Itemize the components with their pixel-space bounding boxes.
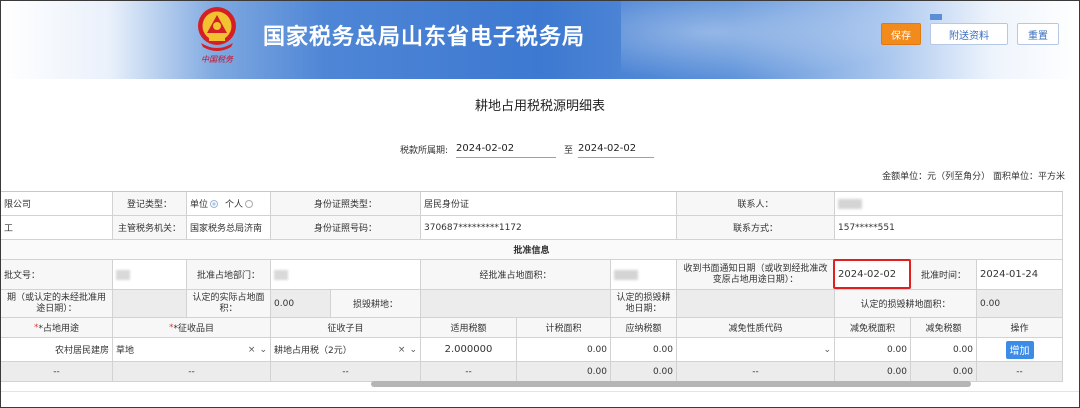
redacted-doc-no xyxy=(116,269,130,280)
row2-levy-subitem: -- xyxy=(271,362,421,382)
reg-type-person-radio[interactable] xyxy=(245,199,254,208)
taxpayer-name-cell: 限公司 xyxy=(1,192,113,216)
reg-type-unit-label: 单位 xyxy=(190,200,209,210)
actual-area-value[interactable]: 0.00 xyxy=(271,290,331,318)
col-operation: 操作 xyxy=(977,318,1063,338)
col-area: 计税面积 xyxy=(517,318,611,338)
row1-tax-payable[interactable]: 0.00 xyxy=(611,338,677,362)
row1-levy-subitem-select[interactable]: 耕地占用税（2元） × ⌄ xyxy=(271,338,421,362)
col-levy-item: * *征收品目 xyxy=(113,318,271,338)
period-to-field[interactable]: 2024-02-02 xyxy=(578,143,654,158)
damage-land-label: 损毁耕地： xyxy=(331,290,421,318)
horizontal-scrollbar[interactable] xyxy=(371,381,971,387)
reg-type-radio-group: 单位 个人 xyxy=(187,192,271,216)
damage-land-value[interactable] xyxy=(421,290,611,318)
row1-relief-area[interactable]: 0.00 xyxy=(835,338,911,362)
highlight-box xyxy=(833,259,911,289)
col-relief-code: 减免性质代码 xyxy=(677,318,835,338)
row2-relief-area: 0.00 xyxy=(835,362,911,382)
tax-office-value[interactable]: 国家税务总局济南 xyxy=(187,216,271,240)
header-glow xyxy=(621,1,921,79)
row1-land-use[interactable]: 农村居民建房 xyxy=(1,338,113,362)
damage-date-label: 认定的损毁耕地日期： xyxy=(611,290,677,318)
emblem-subtext: 中国税务 xyxy=(201,55,233,64)
row1-relief-tax[interactable]: 0.00 xyxy=(911,338,977,362)
id-type-value[interactable]: 居民身份证 xyxy=(421,192,677,216)
phone-value[interactable]: 157*****551 xyxy=(835,216,1063,240)
approve-dept-label: 批准占地部门： xyxy=(187,260,271,290)
col-rate: 适用税额 xyxy=(421,318,517,338)
row2-relief-code: -- xyxy=(677,362,835,382)
approval-section-header: 批准信息 xyxy=(1,240,1063,260)
row2-area: 0.00 xyxy=(517,362,611,382)
row1-area[interactable]: 0.00 xyxy=(517,338,611,362)
row2-land-use: -- xyxy=(1,362,113,382)
row1-operation: 增加 xyxy=(977,338,1063,362)
taxpayer-type-cell: 工 xyxy=(1,216,113,240)
chevron-down-icon[interactable]: ⌄ xyxy=(819,345,831,355)
approve-time-label: 批准时间： xyxy=(911,260,977,290)
period-label: 税款所属期: xyxy=(400,146,449,156)
row2-tax-payable: 0.00 xyxy=(611,362,677,382)
row2-operation: -- xyxy=(977,362,1063,382)
col-land-use: * *占地用途 xyxy=(1,318,113,338)
approve-time-value[interactable]: 2024-01-24 xyxy=(977,260,1063,290)
approved-area-value[interactable] xyxy=(611,260,677,290)
units-note: 金额单位：元（列至角分） 面积单位：平方米 xyxy=(882,172,1065,182)
unapproved-date-value[interactable] xyxy=(113,290,187,318)
contact-value[interactable] xyxy=(835,192,1063,216)
redacted-area xyxy=(614,269,638,280)
damage-area-value[interactable]: 0.00 xyxy=(977,290,1063,318)
tax-office-label: 主管税务机关： xyxy=(113,216,187,240)
row1-rate[interactable]: 2.000000 xyxy=(421,338,517,362)
id-no-label: 身份证照号码： xyxy=(271,216,421,240)
redacted-dept xyxy=(274,269,288,280)
page-title: 耕地占用税税源明细表 xyxy=(474,99,605,114)
id-type-label: 身份证照类型： xyxy=(271,192,421,216)
row1-relief-code-select[interactable]: ⌄ xyxy=(677,338,835,362)
reset-button[interactable]: 重置 xyxy=(1017,23,1059,45)
row2-rate: -- xyxy=(421,362,517,382)
header-bar: 中国税务 国家税务总局山东省电子税务局 保存 附送资料 重置 xyxy=(1,1,1079,79)
header-tab-mark xyxy=(930,14,942,20)
clear-icon[interactable]: × xyxy=(394,345,406,355)
col-levy-subitem: 征收子目 xyxy=(271,318,421,338)
contact-label: 联系人： xyxy=(677,192,835,216)
tax-emblem-icon xyxy=(198,7,236,51)
approve-dept-value[interactable] xyxy=(271,260,421,290)
actual-area-label: 认定的实际占地面积： xyxy=(187,290,271,318)
damage-date-value[interactable] xyxy=(677,290,835,318)
add-row-button[interactable]: 增加 xyxy=(1005,340,1034,359)
period-from-field[interactable]: 2024-02-02 xyxy=(456,143,556,158)
app-window: 中国税务 国家税务总局山东省电子税务局 保存 附送资料 重置 耕地占用税税源明细… xyxy=(0,0,1080,408)
approved-area-label: 经批准占地面积： xyxy=(421,260,611,290)
site-title: 国家税务总局山东省电子税务局 xyxy=(263,25,586,50)
notice-date-label: 收到书面通知日期（或收到经批准改变原占地用途日期）： xyxy=(677,260,835,290)
phone-label: 联系方式： xyxy=(677,216,835,240)
col-relief-tax: 减免税额 xyxy=(911,318,977,338)
col-relief-area: 减免税面积 xyxy=(835,318,911,338)
reg-type-unit-radio[interactable] xyxy=(210,199,219,208)
damage-area-label: 认定的损毁耕地面积： xyxy=(835,290,977,318)
reg-type-person-label: 个人 xyxy=(225,200,244,210)
save-button[interactable]: 保存 xyxy=(881,23,921,45)
row2-levy-item: -- xyxy=(113,362,271,382)
chevron-down-icon[interactable]: ⌄ xyxy=(255,345,267,355)
doc-no-label: 批文号： xyxy=(1,260,113,290)
bottom-divider xyxy=(1,391,1079,392)
row2-relief-tax: 0.00 xyxy=(911,362,977,382)
clear-icon[interactable]: × xyxy=(244,345,256,355)
period-to-label: 至 xyxy=(564,146,574,156)
redacted-contact xyxy=(838,198,862,209)
attach-documents-button[interactable]: 附送资料 xyxy=(930,23,1008,45)
row1-levy-item-select[interactable]: 草地 × ⌄ xyxy=(113,338,271,362)
id-no-value[interactable]: 370687*********1172 xyxy=(421,216,677,240)
col-tax-payable: 应纳税额 xyxy=(611,318,677,338)
doc-no-value[interactable] xyxy=(113,260,187,290)
reg-type-label: 登记类型： xyxy=(113,192,187,216)
chevron-down-icon[interactable]: ⌄ xyxy=(405,345,417,355)
unapproved-date-label: 期（或认定的未经批准用途日期）： xyxy=(1,290,113,318)
